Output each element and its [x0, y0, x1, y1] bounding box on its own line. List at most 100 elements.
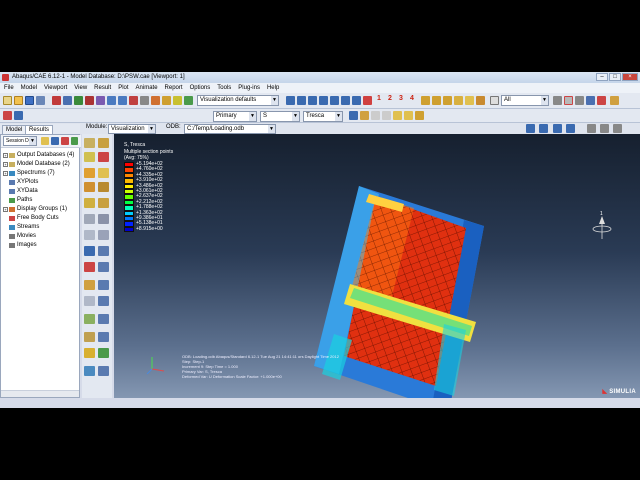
menu-plugins[interactable]: Plug-ins — [238, 83, 260, 93]
xy-data-manager-icon[interactable] — [98, 246, 109, 256]
tree-collapse-icon[interactable] — [61, 137, 69, 145]
part-instance-icon[interactable] — [421, 96, 430, 105]
menu-animate[interactable]: Animate — [136, 83, 158, 93]
wireframe-icon[interactable] — [162, 96, 171, 105]
movie-icon[interactable] — [600, 124, 609, 133]
redo-icon[interactable] — [382, 111, 391, 120]
stream-plot-icon[interactable] — [84, 296, 95, 306]
view-left-icon[interactable] — [330, 96, 339, 105]
plot-symbols-icon[interactable] — [98, 152, 109, 162]
remove-icon[interactable] — [465, 96, 474, 105]
menu-view[interactable]: View — [74, 83, 87, 93]
tree-expand-icon[interactable] — [51, 137, 59, 145]
animation-options-icon[interactable] — [98, 230, 109, 240]
plot-deformed-icon[interactable] — [98, 138, 109, 148]
plot-material-orient-icon[interactable] — [84, 168, 95, 178]
menu-file[interactable]: File — [4, 83, 14, 93]
pick-icon[interactable] — [553, 96, 562, 105]
common-options-icon[interactable] — [404, 111, 413, 120]
tree-funnel-icon[interactable] — [71, 137, 78, 145]
view-custom-icon[interactable] — [363, 96, 372, 105]
session-data-combo[interactable]: Session Da ▼ — [3, 136, 37, 146]
expand-icon[interactable]: + — [3, 153, 8, 158]
create-display-group-icon[interactable] — [84, 332, 95, 342]
viewport[interactable]: S, Tresca Multiple section points (Avg: … — [114, 134, 640, 398]
menu-help[interactable]: Help — [267, 83, 279, 93]
viewport-1-button[interactable]: 1 — [377, 95, 381, 102]
view-iso-icon[interactable] — [352, 96, 361, 105]
select-box-icon[interactable] — [564, 96, 573, 105]
viewport-2-button[interactable]: 2 — [388, 95, 392, 102]
tree-item-streams[interactable]: Streams — [3, 223, 74, 232]
field-output-dialog-icon[interactable] — [349, 111, 358, 120]
expand-icon[interactable]: + — [3, 171, 8, 176]
maximize-button[interactable]: □ — [609, 73, 621, 81]
next-frame-icon[interactable] — [553, 124, 562, 133]
view-defaults-combo[interactable]: Visualization defaults ▼ — [197, 95, 279, 106]
create-xy-data-icon[interactable] — [84, 246, 95, 256]
view-bottom-icon[interactable] — [319, 96, 328, 105]
animate-icon[interactable] — [587, 124, 596, 133]
report-field-icon[interactable] — [84, 366, 95, 376]
menu-options[interactable]: Options — [190, 83, 211, 93]
help-icon[interactable] — [597, 96, 606, 105]
tree-filter-icon[interactable] — [41, 137, 49, 145]
viewport-3-button[interactable]: 3 — [399, 95, 403, 102]
report-xy-icon[interactable] — [98, 366, 109, 376]
tree-item-xydata[interactable]: XYData — [3, 187, 74, 196]
menu-model[interactable]: Model — [21, 83, 37, 93]
rotate-icon[interactable] — [52, 96, 61, 105]
field-output-icon[interactable] — [14, 111, 23, 120]
display-group-icon[interactable] — [432, 96, 441, 105]
view-front-icon[interactable] — [286, 96, 295, 105]
query-info-icon[interactable] — [84, 348, 95, 358]
tree-item-output-databases[interactable]: + Output Databases (4) — [3, 151, 74, 160]
cycle-views-icon[interactable] — [118, 96, 127, 105]
menu-tools[interactable]: Tools — [217, 83, 231, 93]
contour-options-icon[interactable] — [98, 182, 109, 192]
select-circle-icon[interactable] — [575, 96, 584, 105]
primary-combo[interactable]: Primary ▼ — [213, 111, 257, 122]
symbol-options-icon[interactable] — [84, 198, 95, 208]
query-icon[interactable] — [586, 96, 595, 105]
selection-icon[interactable] — [140, 96, 149, 105]
replace-icon[interactable] — [443, 96, 452, 105]
menu-result[interactable]: Result — [94, 83, 111, 93]
render-style-icon[interactable] — [151, 96, 160, 105]
animate-scale-icon[interactable] — [84, 214, 95, 224]
free-body-cut-icon[interactable] — [84, 314, 95, 324]
allow-multiple-plots-icon[interactable] — [98, 168, 109, 178]
create-path-icon[interactable] — [84, 262, 95, 272]
manager-icon[interactable] — [610, 96, 619, 105]
contour-options-icon[interactable] — [415, 111, 424, 120]
menu-report[interactable]: Report — [165, 83, 183, 93]
tree-item-free-body-cuts[interactable]: Free Body Cuts — [3, 214, 74, 223]
last-frame-icon[interactable] — [566, 124, 575, 133]
tree-item-movies[interactable]: Movies — [3, 232, 74, 241]
print-icon[interactable] — [36, 96, 45, 105]
close-button[interactable]: × — [622, 73, 638, 81]
selection-filter-combo[interactable]: All ▼ — [501, 95, 549, 106]
expand-icon[interactable]: + — [3, 207, 8, 212]
menu-plot[interactable]: Plot — [118, 83, 128, 93]
tab-model[interactable]: Model — [2, 125, 27, 134]
fit-view-icon[interactable] — [129, 96, 138, 105]
previous-frame-icon[interactable] — [539, 124, 548, 133]
view-top-icon[interactable] — [308, 96, 317, 105]
view-cut-icon[interactable] — [84, 280, 95, 290]
orientation-options-icon[interactable] — [98, 198, 109, 208]
pan-icon[interactable] — [63, 96, 72, 105]
first-frame-icon[interactable] — [526, 124, 535, 133]
module-combo[interactable]: Visualization ▼ — [108, 124, 156, 134]
color-code-icon[interactable] — [3, 111, 12, 120]
intersect-icon[interactable] — [476, 96, 485, 105]
animate-harmonic-icon[interactable] — [84, 230, 95, 240]
view-back-icon[interactable] — [297, 96, 306, 105]
viewport-4-button[interactable]: 4 — [410, 95, 414, 102]
path-manager-icon[interactable] — [98, 262, 109, 272]
move-icon[interactable] — [85, 96, 94, 105]
step-icon[interactable] — [360, 111, 369, 120]
open-folder-icon[interactable] — [14, 96, 23, 105]
odb-combo[interactable]: C:/Temp/Loading.odb ▼ — [184, 124, 276, 134]
view-cut-manager-icon[interactable] — [98, 280, 109, 290]
